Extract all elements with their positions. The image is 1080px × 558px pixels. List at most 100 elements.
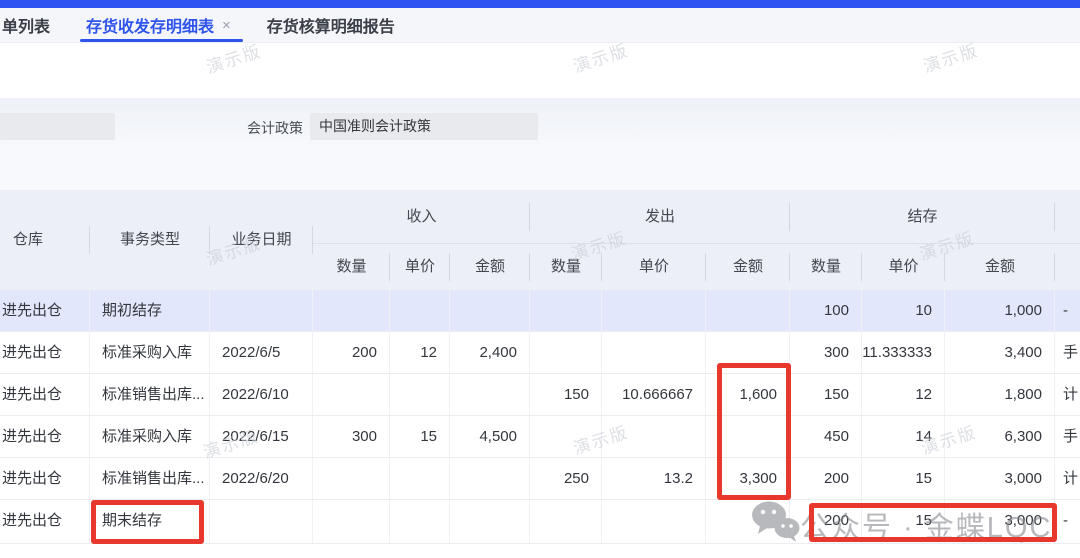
cell-bal-price: 15 <box>862 458 945 499</box>
cell-type: 标准销售出库... <box>90 458 210 499</box>
cell-date <box>210 500 313 543</box>
tab-inventory-accounting-report[interactable]: 存货核算明细报告 <box>249 8 413 42</box>
cell-in-qty: 300 <box>313 416 390 457</box>
cell-in-amount: 2,400 <box>450 332 530 373</box>
cell-bal-amount: 3,400 <box>945 332 1055 373</box>
cell-out-qty: 250 <box>530 458 602 499</box>
cell-date: 2022/6/20 <box>210 458 313 499</box>
table-header: 仓库 事务类型 业务日期 收入 数量 单价 金额 发出 数量 单价 金额 结存 … <box>0 190 1080 290</box>
header-bal-qty[interactable]: 数量 <box>790 244 862 290</box>
wechat-icon <box>750 500 802 549</box>
cell-type: 标准采购入库 <box>90 332 210 373</box>
accounting-policy-label: 会计政策 <box>247 118 303 138</box>
cell-in-price <box>390 374 450 415</box>
tab-list[interactable]: 单列表 <box>0 8 68 42</box>
cell-type: 期初结存 <box>90 290 210 331</box>
header-group-balance: 结存 数量 单价 金额 <box>790 190 1055 290</box>
cell-bal-amount: 6,300 <box>945 416 1055 457</box>
cell-in-amount <box>450 290 530 331</box>
header-business-date[interactable]: 业务日期 <box>210 190 313 290</box>
cell-in-amount: 4,500 <box>450 416 530 457</box>
cell-bal-amount: 1,800 <box>945 374 1055 415</box>
header-group-out: 发出 数量 单价 金额 <box>530 190 790 290</box>
cell-out-qty <box>530 416 602 457</box>
cell-bal-qty: 300 <box>790 332 862 373</box>
demo-watermark: 演示版 <box>203 37 265 78</box>
cell-type: 标准采购入库 <box>90 416 210 457</box>
header-group-in-label: 收入 <box>313 190 530 244</box>
cell-bal-qty: 100 <box>790 290 862 331</box>
cell-flag: 手 <box>1055 416 1080 457</box>
cell-date: 2022/6/5 <box>210 332 313 373</box>
cell-out-amount: 1,600 <box>706 374 790 415</box>
cell-bal-qty: 450 <box>790 416 862 457</box>
cell-flag: 计 <box>1055 374 1080 415</box>
header-in-qty[interactable]: 数量 <box>313 244 390 290</box>
cell-in-amount <box>450 374 530 415</box>
filter-panel: 会计政策 中国准则会计政策 <box>0 98 1080 190</box>
cell-warehouse: 进先出仓 <box>0 374 90 415</box>
cell-in-qty <box>313 458 390 499</box>
header-out-price[interactable]: 单价 <box>602 244 706 290</box>
cell-type: 标准销售出库... <box>90 374 210 415</box>
cell-flag: 手 <box>1055 332 1080 373</box>
header-transaction-type[interactable]: 事务类型 <box>90 190 210 290</box>
cell-bal-qty: 150 <box>790 374 862 415</box>
cell-in-qty <box>313 290 390 331</box>
cell-warehouse: 进先出仓 <box>0 332 90 373</box>
tab-bar: 单列表 存货收发存明细表 × 存货核算明细报告 <box>0 8 1080 43</box>
cell-in-qty <box>313 500 390 543</box>
header-bal-amount[interactable]: 金额 <box>945 244 1055 290</box>
close-icon[interactable]: × <box>222 17 231 34</box>
tab-inventory-inout-detail[interactable]: 存货收发存明细表 × <box>68 8 249 42</box>
app-window: 单列表 存货收发存明细表 × 存货核算明细报告 会计政策 中国准则会计政策 仓库… <box>0 0 1080 558</box>
cell-flag: 计 <box>1055 458 1080 499</box>
cell-in-amount <box>450 500 530 543</box>
cell-out-qty <box>530 332 602 373</box>
cell-out-qty <box>530 290 602 331</box>
cell-warehouse: 进先出仓 <box>0 416 90 457</box>
cell-in-price <box>390 500 450 543</box>
cell-in-price <box>390 290 450 331</box>
filter-field-input[interactable] <box>0 113 115 140</box>
table-row[interactable]: 进先出仓 期初结存 100 10 1,000 - <box>0 290 1080 332</box>
cell-bal-amount: 3,000 <box>945 500 1055 543</box>
cell-bal-amount: 1,000 <box>945 290 1055 331</box>
cell-out-price <box>602 500 706 543</box>
header-group-in: 收入 数量 单价 金额 <box>313 190 530 290</box>
cell-warehouse: 进先出仓 <box>0 500 90 543</box>
table-row[interactable]: 进先出仓 标准销售出库... 2022/6/20 250 13.2 3,300 … <box>0 458 1080 500</box>
cell-in-qty <box>313 374 390 415</box>
cell-flag: - <box>1055 500 1080 543</box>
header-in-price[interactable]: 单价 <box>390 244 450 290</box>
table-row[interactable]: 进先出仓 标准采购入库 2022/6/5 200 12 2,400 300 11… <box>0 332 1080 374</box>
cell-out-qty <box>530 500 602 543</box>
cell-in-price <box>390 458 450 499</box>
cell-out-amount <box>706 290 790 331</box>
tab-label: 存货收发存明细表 <box>86 13 214 37</box>
header-out-qty[interactable]: 数量 <box>530 244 602 290</box>
cell-date: 2022/6/10 <box>210 374 313 415</box>
header-clipped-column <box>1055 190 1080 290</box>
header-bal-price[interactable]: 单价 <box>862 244 945 290</box>
cell-warehouse: 进先出仓 <box>0 290 90 331</box>
cell-out-price: 13.2 <box>602 458 706 499</box>
header-out-amount[interactable]: 金额 <box>706 244 790 290</box>
cell-out-amount <box>706 332 790 373</box>
cell-bal-price: 12 <box>862 374 945 415</box>
cell-warehouse: 进先出仓 <box>0 458 90 499</box>
table-row[interactable]: 进先出仓 期末结存 200 15 3,000 - <box>0 500 1080 544</box>
header-group-balance-label: 结存 <box>790 190 1055 244</box>
cell-flag: - <box>1055 290 1080 331</box>
header-warehouse[interactable]: 仓库 <box>0 190 90 290</box>
cell-out-price <box>602 416 706 457</box>
table-row[interactable]: 进先出仓 标准销售出库... 2022/6/10 150 10.666667 1… <box>0 374 1080 416</box>
tab-label: 单列表 <box>2 13 50 37</box>
header-in-amount[interactable]: 金额 <box>450 244 530 290</box>
header-group-out-label: 发出 <box>530 190 790 244</box>
table-body: 进先出仓 期初结存 100 10 1,000 - 进先出仓 标准采购入库 202… <box>0 290 1080 544</box>
tab-label: 存货核算明细报告 <box>267 13 395 37</box>
cell-in-amount <box>450 458 530 499</box>
accounting-policy-input[interactable]: 中国准则会计政策 <box>310 113 538 140</box>
table-row[interactable]: 进先出仓 标准采购入库 2022/6/15 300 15 4,500 450 1… <box>0 416 1080 458</box>
